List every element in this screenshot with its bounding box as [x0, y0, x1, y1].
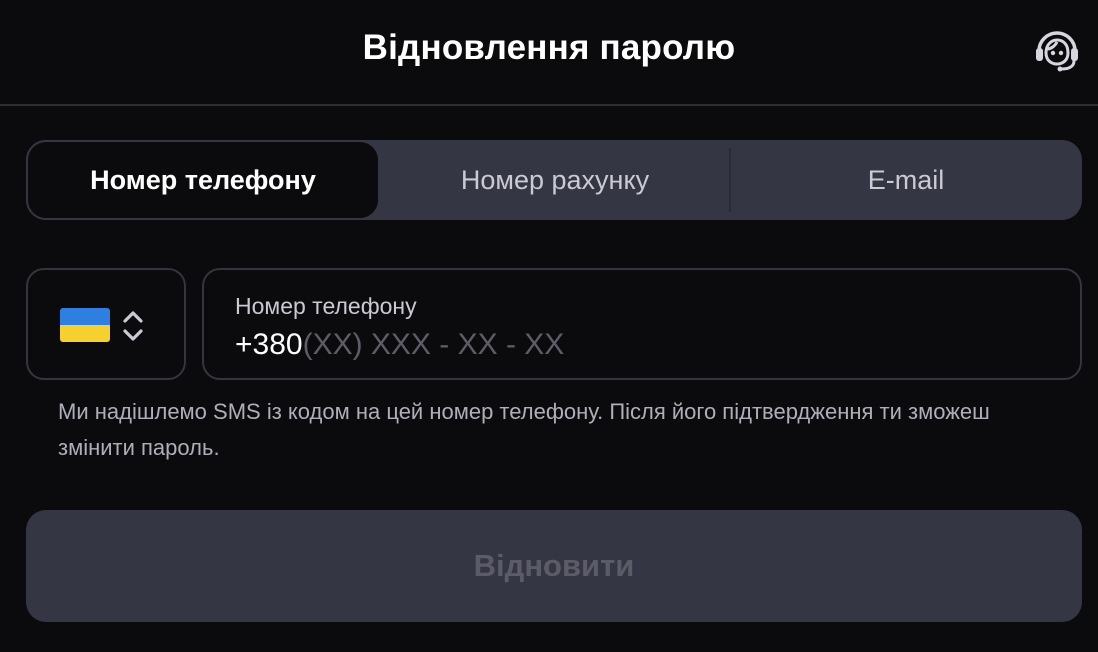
country-code-select[interactable]	[26, 268, 186, 380]
tab-email[interactable]: E-mail	[730, 140, 1082, 220]
phone-input-value: +380(XX) XXX - XX - XX	[235, 328, 564, 362]
chevron-up-down-icon	[120, 308, 146, 344]
phone-mask: (XX) XXX - XX - XX	[302, 328, 565, 361]
tab-phone-number[interactable]: Номер телефону	[26, 140, 380, 220]
header: Відновлення паролю	[0, 0, 1098, 106]
headset-icon[interactable]	[1032, 26, 1082, 74]
recover-button[interactable]: Відновити	[26, 510, 1082, 622]
page-title: Відновлення паролю	[362, 28, 736, 67]
phone-input[interactable]: Номер телефону +380(XX) XXX - XX - XX	[202, 268, 1082, 380]
recovery-method-tabs: Номер телефону Номер рахунку E-mail	[26, 140, 1082, 220]
ukraine-flag-icon	[60, 308, 110, 342]
tab-account-number[interactable]: Номер рахунку	[380, 140, 730, 220]
sms-hint-text: Ми надішлемо SMS із кодом на цей номер т…	[58, 399, 990, 460]
phone-prefix: +380	[235, 328, 303, 361]
phone-input-label: Номер телефону	[235, 293, 417, 319]
